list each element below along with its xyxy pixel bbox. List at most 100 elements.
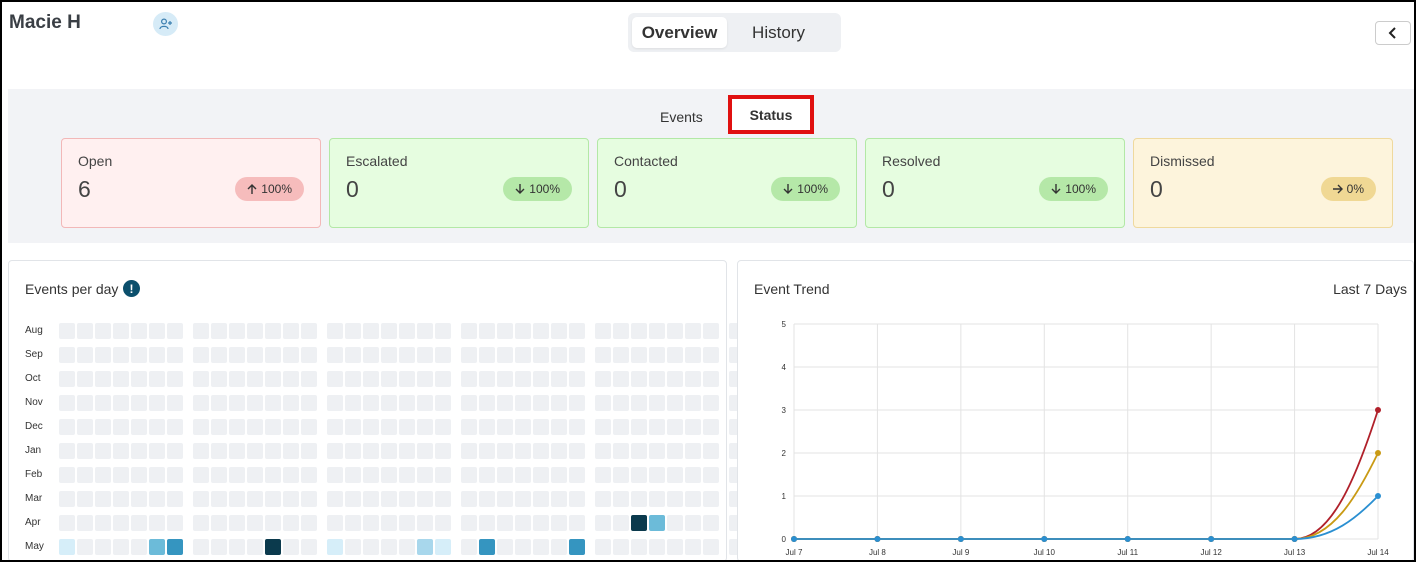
heatmap-cell[interactable] — [515, 443, 531, 459]
heatmap-cell[interactable] — [649, 515, 665, 531]
heatmap-cell[interactable] — [613, 323, 629, 339]
heatmap-cell[interactable] — [363, 491, 379, 507]
heatmap-cell[interactable] — [613, 371, 629, 387]
heatmap-cell[interactable] — [327, 443, 343, 459]
heatmap-cell[interactable] — [497, 419, 513, 435]
heatmap-cell[interactable] — [95, 515, 111, 531]
heatmap-cell[interactable] — [569, 539, 585, 555]
heatmap-cell[interactable] — [461, 515, 477, 531]
heatmap-cell[interactable] — [533, 323, 549, 339]
heatmap-cell[interactable] — [685, 371, 701, 387]
heatmap-cell[interactable] — [59, 371, 75, 387]
add-user-button[interactable] — [153, 12, 178, 36]
heatmap-cell[interactable] — [283, 347, 299, 363]
heatmap-cell[interactable] — [497, 371, 513, 387]
heatmap-cell[interactable] — [345, 539, 361, 555]
heatmap-cell[interactable] — [461, 443, 477, 459]
heatmap-cell[interactable] — [613, 443, 629, 459]
heatmap-cell[interactable] — [131, 347, 147, 363]
heatmap-cell[interactable] — [703, 491, 719, 507]
heatmap-cell[interactable] — [595, 371, 611, 387]
heatmap-cell[interactable] — [417, 467, 433, 483]
heatmap-cell[interactable] — [247, 467, 263, 483]
heatmap-cell[interactable] — [417, 371, 433, 387]
heatmap-cell[interactable] — [327, 419, 343, 435]
heatmap-cell[interactable] — [515, 371, 531, 387]
heatmap-cell[interactable] — [247, 491, 263, 507]
heatmap-cell[interactable] — [301, 515, 317, 531]
heatmap-cell[interactable] — [327, 467, 343, 483]
heatmap-cell[interactable] — [211, 491, 227, 507]
heatmap-cell[interactable] — [283, 539, 299, 555]
heatmap-cell[interactable] — [569, 491, 585, 507]
heatmap-cell[interactable] — [131, 395, 147, 411]
heatmap-cell[interactable] — [283, 491, 299, 507]
heatmap-cell[interactable] — [327, 395, 343, 411]
heatmap-cell[interactable] — [113, 467, 129, 483]
heatmap-cell[interactable] — [363, 347, 379, 363]
heatmap-cell[interactable] — [327, 491, 343, 507]
heatmap-cell[interactable] — [515, 491, 531, 507]
heatmap-cell[interactable] — [631, 395, 647, 411]
heatmap-cell[interactable] — [685, 323, 701, 339]
heatmap-cell[interactable] — [193, 419, 209, 435]
heatmap-cell[interactable] — [59, 347, 75, 363]
heatmap-cell[interactable] — [193, 323, 209, 339]
heatmap-cell[interactable] — [417, 419, 433, 435]
heatmap-cell[interactable] — [479, 395, 495, 411]
heatmap-cell[interactable] — [149, 491, 165, 507]
heatmap-cell[interactable] — [479, 515, 495, 531]
heatmap-cell[interactable] — [533, 371, 549, 387]
heatmap-cell[interactable] — [363, 539, 379, 555]
heatmap-cell[interactable] — [399, 395, 415, 411]
heatmap-cell[interactable] — [631, 323, 647, 339]
heatmap-cell[interactable] — [381, 539, 397, 555]
heatmap-cell[interactable] — [131, 539, 147, 555]
heatmap-cell[interactable] — [649, 491, 665, 507]
heatmap-cell[interactable] — [497, 395, 513, 411]
heatmap-cell[interactable] — [417, 347, 433, 363]
heatmap-cell[interactable] — [363, 467, 379, 483]
heatmap-cell[interactable] — [631, 467, 647, 483]
heatmap-cell[interactable] — [479, 371, 495, 387]
heatmap-cell[interactable] — [435, 371, 451, 387]
heatmap-cell[interactable] — [569, 371, 585, 387]
heatmap-cell[interactable] — [569, 395, 585, 411]
heatmap-cell[interactable] — [613, 467, 629, 483]
heatmap-cell[interactable] — [649, 419, 665, 435]
heatmap-cell[interactable] — [59, 467, 75, 483]
heatmap-cell[interactable] — [649, 539, 665, 555]
heatmap-cell[interactable] — [59, 515, 75, 531]
heatmap-cell[interactable] — [399, 491, 415, 507]
heatmap-cell[interactable] — [131, 323, 147, 339]
heatmap-cell[interactable] — [301, 467, 317, 483]
heatmap-cell[interactable] — [435, 539, 451, 555]
heatmap-cell[interactable] — [113, 323, 129, 339]
heatmap-cell[interactable] — [113, 371, 129, 387]
heatmap-cell[interactable] — [595, 491, 611, 507]
heatmap-cell[interactable] — [211, 539, 227, 555]
heatmap-cell[interactable] — [345, 491, 361, 507]
heatmap-cell[interactable] — [77, 443, 93, 459]
heatmap-cell[interactable] — [301, 491, 317, 507]
heatmap-cell[interactable] — [301, 395, 317, 411]
heatmap-cell[interactable] — [167, 539, 183, 555]
heatmap-cell[interactable] — [399, 347, 415, 363]
heatmap-cell[interactable] — [131, 467, 147, 483]
heatmap-cell[interactable] — [167, 395, 183, 411]
heatmap-cell[interactable] — [283, 395, 299, 411]
heatmap-cell[interactable] — [497, 347, 513, 363]
heatmap-cell[interactable] — [301, 371, 317, 387]
heatmap-cell[interactable] — [167, 443, 183, 459]
heatmap-cell[interactable] — [613, 419, 629, 435]
heatmap-cell[interactable] — [131, 491, 147, 507]
heatmap-cell[interactable] — [149, 347, 165, 363]
heatmap-cell[interactable] — [363, 395, 379, 411]
heatmap-cell[interactable] — [515, 347, 531, 363]
heatmap-cell[interactable] — [265, 347, 281, 363]
heatmap-cell[interactable] — [613, 491, 629, 507]
heatmap-cell[interactable] — [685, 515, 701, 531]
heatmap-cell[interactable] — [515, 395, 531, 411]
heatmap-cell[interactable] — [95, 395, 111, 411]
heatmap-cell[interactable] — [113, 347, 129, 363]
